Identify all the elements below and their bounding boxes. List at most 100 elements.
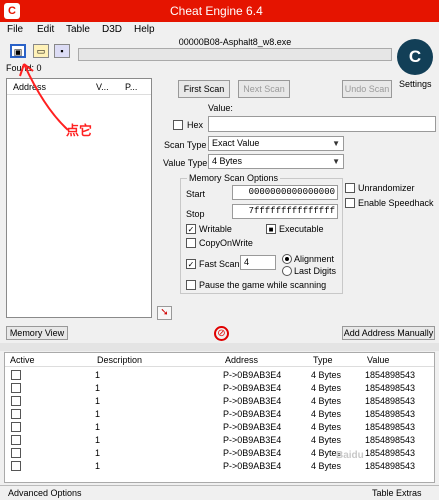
- menu-bar: File Edit Table D3D Help: [0, 22, 439, 38]
- select-process-button[interactable]: ▣: [10, 44, 26, 58]
- splitter[interactable]: [0, 343, 439, 351]
- alignment-label: Alignment: [294, 254, 335, 264]
- row-address: P->0B9AB3E4: [223, 409, 282, 419]
- row-type: 4 Bytes: [311, 461, 342, 471]
- cheat-table[interactable]: Active Description Address Type Value 1 …: [4, 352, 435, 483]
- chevron-down-icon: ▼: [332, 139, 340, 148]
- pause-game-checkbox[interactable]: [186, 280, 196, 290]
- last-digits-radio[interactable]: [282, 266, 292, 276]
- table-row[interactable]: 1 P->0B9AB3E4 4 Bytes 1854898543: [5, 460, 434, 472]
- row-address: P->0B9AB3E4: [223, 396, 282, 406]
- pause-game-label: Pause the game while scanning: [199, 280, 327, 290]
- menu-file[interactable]: File: [7, 24, 23, 35]
- row-description: 1: [95, 461, 101, 471]
- start-label: Start: [186, 189, 206, 199]
- settings-label: Settings: [399, 79, 432, 89]
- table-row[interactable]: 1 P->0B9AB3E4 4 Bytes 1854898543: [5, 369, 434, 381]
- last-digits-label: Last Digits: [294, 266, 337, 276]
- active-checkbox[interactable]: [11, 396, 21, 406]
- executable-checkbox[interactable]: ■: [266, 224, 276, 234]
- settings-button[interactable]: C Settings: [393, 35, 437, 90]
- save-button[interactable]: ▪: [54, 44, 70, 58]
- active-checkbox[interactable]: [11, 461, 21, 471]
- memory-view-button[interactable]: Memory View: [6, 326, 68, 340]
- fast-scan-input[interactable]: 4: [240, 255, 276, 270]
- menu-help[interactable]: Help: [134, 24, 155, 35]
- stop-address-input[interactable]: 7fffffffffffffff: [232, 204, 338, 219]
- copyonwrite-label: CopyOnWrite: [199, 238, 253, 248]
- scan-type-select[interactable]: Exact Value ▼: [208, 136, 344, 151]
- column-description[interactable]: Description: [97, 355, 142, 365]
- active-checkbox[interactable]: [11, 383, 21, 393]
- table-row[interactable]: 1 P->0B9AB3E4 4 Bytes 1854898543: [5, 447, 434, 459]
- row-type: 4 Bytes: [311, 409, 342, 419]
- active-checkbox[interactable]: [11, 435, 21, 445]
- column-previous[interactable]: P...: [125, 82, 137, 92]
- table-row[interactable]: 1 P->0B9AB3E4 4 Bytes 1854898543: [5, 382, 434, 394]
- row-value: 1854898543: [365, 435, 416, 445]
- open-file-button[interactable]: ▭: [33, 44, 49, 58]
- value-type-label: Value Type: [163, 158, 208, 168]
- value-input[interactable]: [208, 116, 436, 132]
- computer-icon: ▣: [13, 47, 23, 57]
- menu-edit[interactable]: Edit: [37, 24, 54, 35]
- fast-scan-checkbox[interactable]: ✓: [186, 259, 196, 269]
- table-row[interactable]: 1 P->0B9AB3E4 4 Bytes 1854898543: [5, 408, 434, 420]
- table-row[interactable]: 1 P->0B9AB3E4 4 Bytes 1854898543: [5, 395, 434, 407]
- hex-checkbox[interactable]: [173, 120, 183, 130]
- row-value: 1854898543: [365, 370, 416, 380]
- red-arrow-icon: ➘: [160, 307, 169, 318]
- alignment-radio[interactable]: [282, 254, 292, 264]
- column-type[interactable]: Type: [313, 355, 333, 365]
- row-address: P->0B9AB3E4: [223, 461, 282, 471]
- menu-table[interactable]: Table: [66, 24, 90, 35]
- start-address-input[interactable]: 0000000000000000: [232, 185, 338, 200]
- speedhack-checkbox[interactable]: [345, 198, 355, 208]
- row-description: 1: [95, 448, 101, 458]
- value-type-select[interactable]: 4 Bytes ▼: [208, 154, 344, 169]
- row-description: 1: [95, 383, 101, 393]
- table-row[interactable]: 1 P->0B9AB3E4 4 Bytes 1854898543: [5, 434, 434, 446]
- advanced-options-button[interactable]: Advanced Options: [8, 488, 82, 498]
- active-checkbox[interactable]: [11, 409, 21, 419]
- add-selected-button[interactable]: ➘: [157, 306, 172, 320]
- cheat-engine-logo-icon: C: [397, 39, 433, 75]
- active-checkbox[interactable]: [11, 422, 21, 432]
- hex-label: Hex: [187, 120, 204, 130]
- watermark: Baidu: [336, 450, 364, 461]
- column-address[interactable]: Address: [225, 355, 258, 365]
- title-bar: C Cheat Engine 6.4: [0, 0, 439, 22]
- scan-type-value: Exact Value: [212, 138, 260, 148]
- no-entry-icon: ⊘: [217, 328, 226, 339]
- row-address: P->0B9AB3E4: [223, 422, 282, 432]
- floppy-disk-icon: ▪: [60, 46, 64, 56]
- column-value[interactable]: V...: [96, 82, 109, 92]
- speedhack-label: Enable Speedhack: [358, 198, 434, 208]
- unrandomizer-checkbox[interactable]: [345, 183, 355, 193]
- cheat-table-header: Active Description Address Type Value: [5, 353, 434, 367]
- active-checkbox[interactable]: [11, 448, 21, 458]
- column-value[interactable]: Value: [367, 355, 389, 365]
- add-address-manually-button[interactable]: Add Address Manually: [342, 326, 435, 340]
- row-value: 1854898543: [365, 422, 416, 432]
- active-checkbox[interactable]: [11, 370, 21, 380]
- column-active[interactable]: Active: [10, 355, 35, 365]
- row-type: 4 Bytes: [311, 422, 342, 432]
- writable-checkbox[interactable]: ✓: [186, 224, 196, 234]
- row-value: 1854898543: [365, 461, 416, 471]
- stop-label: Stop: [186, 209, 205, 219]
- unrandomizer-label: Unrandomizer: [358, 183, 415, 193]
- menu-d3d[interactable]: D3D: [102, 24, 122, 35]
- app-logo-icon: C: [4, 3, 20, 19]
- row-address: P->0B9AB3E4: [223, 435, 282, 445]
- next-scan-button[interactable]: Next Scan: [238, 80, 290, 98]
- undo-scan-button[interactable]: Undo Scan: [342, 80, 392, 98]
- table-row[interactable]: 1 P->0B9AB3E4 4 Bytes 1854898543: [5, 421, 434, 433]
- copyonwrite-checkbox[interactable]: [186, 238, 196, 248]
- table-extras-button[interactable]: Table Extras: [372, 488, 422, 498]
- status-bar: Advanced Options Table Extras: [0, 485, 439, 500]
- clear-list-button[interactable]: ⊘: [214, 326, 229, 341]
- row-type: 4 Bytes: [311, 370, 342, 380]
- first-scan-button[interactable]: First Scan: [178, 80, 230, 98]
- memory-scan-options-title: Memory Scan Options: [187, 173, 281, 183]
